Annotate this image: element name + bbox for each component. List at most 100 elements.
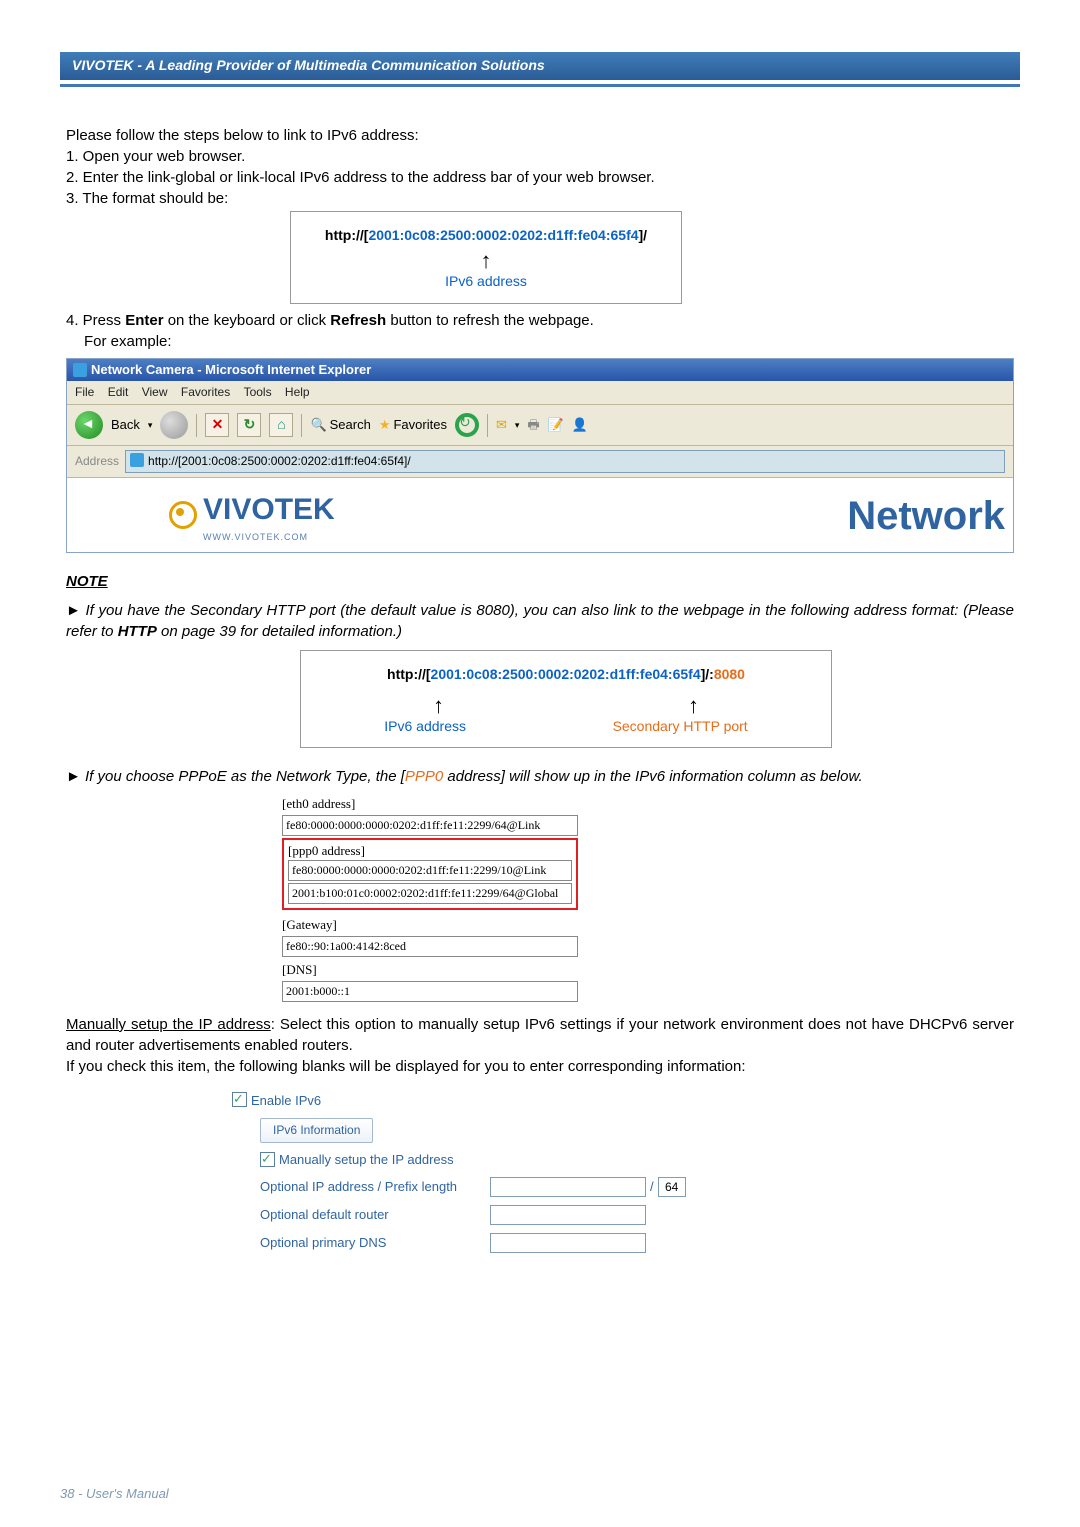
ipv6-info-panel: [eth0 address] fe80:0000:0000:0000:0202:… (282, 793, 578, 1002)
forward-button[interactable] (160, 411, 188, 439)
optional-ip-label: Optional IP address / Prefix length (260, 1178, 490, 1196)
address-label: Address (75, 453, 119, 470)
favorites-label: Favorites (393, 416, 446, 434)
ipv6-info-btn-row: IPv6 Information (260, 1118, 1014, 1143)
ie-logo-icon (73, 363, 87, 377)
logo-text: VIVOTEK (203, 493, 335, 526)
history-icon[interactable] (455, 413, 479, 437)
optional-dns-row: Optional primary DNS (260, 1233, 1014, 1253)
ipv6-form: Enable IPv6 IPv6 Information Manually se… (232, 1092, 1014, 1253)
messenger-icon[interactable]: 👤 (572, 416, 588, 434)
print-icon[interactable]: 🖶 (527, 416, 539, 434)
back-button[interactable] (75, 411, 103, 439)
optional-router-row: Optional default router (260, 1205, 1014, 1225)
url2-prefix: http://[ (387, 666, 431, 682)
step-4: 4. Press Enter on the keyboard or click … (66, 310, 1014, 352)
ppp0-value-1: fe80:0000:0000:0000:0202:d1ff:fe11:2299/… (288, 860, 572, 881)
note2-text-a: ► If you choose PPPoE as the Network Typ… (66, 768, 405, 785)
url-prefix: http://[ (325, 227, 369, 243)
prefix-separator: / (646, 1178, 658, 1196)
note-item-1: ► If you have the Secondary HTTP port (t… (66, 600, 1014, 642)
manual-setup-row: Manually setup the IP address (260, 1151, 1014, 1169)
ie-menu-bar: File Edit View Favorites Tools Help (67, 381, 1013, 405)
gateway-value: fe80::90:1a00:4142:8ced (282, 936, 578, 957)
url-example-box-2: http://[2001:0c08:2500:0002:0202:d1ff:fe… (300, 650, 832, 748)
ie-page-body: VIVOTEK WWW.VIVOTEK.COM Network (67, 478, 1013, 552)
note1-http: HTTP (118, 623, 157, 640)
optional-dns-label: Optional primary DNS (260, 1234, 490, 1252)
url-line: http://[2001:0c08:2500:0002:0202:d1ff:fe… (301, 226, 671, 246)
ie-browser-screenshot: Network Camera - Microsoft Internet Expl… (66, 358, 1014, 553)
note2-ppp0: PPP0 (405, 768, 443, 785)
ppp0-highlight-box: [ppp0 address] fe80:0000:0000:0000:0202:… (282, 838, 578, 910)
vivotek-logo: VIVOTEK WWW.VIVOTEK.COM (169, 489, 335, 544)
search-label: Search (330, 416, 371, 434)
search-button[interactable]: 🔍Search (310, 416, 370, 434)
enable-ipv6-label: Enable IPv6 (251, 1093, 321, 1108)
url2-caption-ipv6: IPv6 address (384, 717, 466, 737)
ie-menu-help[interactable]: Help (285, 383, 320, 402)
prefix-length-input[interactable]: 64 (658, 1177, 686, 1197)
eth0-value: fe80:0000:0000:0000:0202:d1ff:fe11:2299/… (282, 815, 578, 836)
page-header: VIVOTEK - A Leading Provider of Multimed… (60, 52, 1020, 80)
step-4-enter: Enter (125, 312, 163, 329)
step-2: 2. Enter the link-global or link-local I… (66, 167, 1014, 188)
gateway-title: [Gateway] (282, 914, 578, 936)
up-arrow-icon: ↑ (301, 250, 671, 272)
home-icon[interactable]: ⌂ (269, 413, 293, 437)
ie-menu-edit[interactable]: Edit (108, 383, 139, 402)
stop-icon[interactable]: ✕ (205, 413, 229, 437)
manual-setup-label: Manually setup the IP address (279, 1151, 454, 1169)
url2-port: 8080 (714, 666, 745, 682)
url2-captions: IPv6 address Secondary HTTP port (311, 717, 821, 737)
page-icon (130, 453, 144, 467)
url-suffix: ]/ (639, 227, 648, 243)
header-brand-text: VIVOTEK - A Leading Provider of Multimed… (72, 56, 545, 76)
step-4-for-example: For example: (66, 333, 172, 350)
ie-menu-tools[interactable]: Tools (244, 383, 282, 402)
dns-value: 2001:b000::1 (282, 981, 578, 1002)
address-input[interactable]: http://[2001:0c08:2500:0002:0202:d1ff:fe… (125, 450, 1005, 473)
favorites-button[interactable]: ★Favorites (379, 416, 447, 434)
dns-title: [DNS] (282, 959, 578, 981)
ie-menu-file[interactable]: File (75, 383, 104, 402)
note-heading: NOTE (66, 571, 1014, 592)
toolbar-separator (301, 414, 302, 437)
mail-icon[interactable]: ✉ (496, 416, 507, 434)
optional-router-input[interactable] (490, 1205, 646, 1225)
ie-title-text: Network Camera - Microsoft Internet Expl… (91, 361, 371, 379)
manual-paragraph: Manually setup the IP address: Select th… (66, 1014, 1014, 1077)
toolbar-separator (487, 414, 488, 437)
url2-line: http://[2001:0c08:2500:0002:0202:d1ff:fe… (311, 665, 821, 685)
url-ipv6-address: 2001:0c08:2500:0002:0202:d1ff:fe04:65f4 (368, 227, 638, 243)
ipv6-form-indent: IPv6 Information Manually setup the IP a… (260, 1118, 1014, 1253)
step-4-text-e: button to refresh the webpage. (386, 312, 594, 329)
ie-menu-favorites[interactable]: Favorites (181, 383, 240, 402)
eth0-title: [eth0 address] (282, 793, 578, 815)
optional-dns-input[interactable] (490, 1233, 646, 1253)
edit-icon[interactable]: 📝 (548, 416, 564, 434)
ipv6-information-button[interactable]: IPv6 Information (260, 1118, 373, 1143)
ppp0-value-2: 2001:b100:01c0:0002:0202:d1ff:fe11:2299/… (288, 883, 572, 904)
enable-ipv6-row: Enable IPv6 (232, 1092, 1014, 1110)
optional-ip-input[interactable] (490, 1177, 646, 1197)
address-value: http://[2001:0c08:2500:0002:0202:d1ff:fe… (148, 454, 411, 468)
url2-caption-port: Secondary HTTP port (613, 717, 748, 737)
ie-title-bar: Network Camera - Microsoft Internet Expl… (67, 359, 1013, 381)
optional-router-label: Optional default router (260, 1206, 490, 1224)
header-divider (60, 84, 1020, 87)
note1-text-c: on page 39 for detailed information.) (157, 623, 402, 640)
step-3: 3. The format should be: (66, 188, 1014, 209)
enable-ipv6-checkbox[interactable] (232, 1092, 247, 1107)
refresh-icon[interactable]: ↻ (237, 413, 261, 437)
manual-heading: Manually setup the IP address (66, 1016, 271, 1033)
back-label[interactable]: Back (111, 416, 140, 434)
ie-menu-view[interactable]: View (142, 383, 178, 402)
manual-text-2: If you check this item, the following bl… (66, 1058, 746, 1075)
manual-setup-checkbox[interactable] (260, 1152, 275, 1167)
toolbar-separator (196, 414, 197, 437)
step-4-text-c: on the keyboard or click (164, 312, 331, 329)
steps-intro: Please follow the steps below to link to… (66, 125, 1014, 146)
note-item-2: ► If you choose PPPoE as the Network Typ… (66, 766, 1014, 787)
url2-ipv6-address: 2001:0c08:2500:0002:0202:d1ff:fe04:65f4 (431, 666, 701, 682)
